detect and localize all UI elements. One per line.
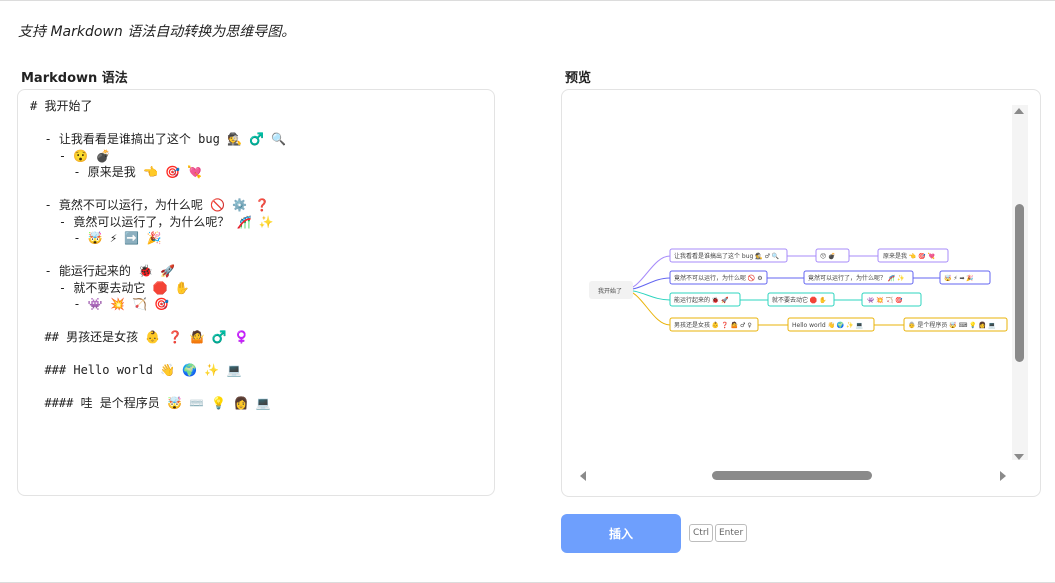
mindmap-canvas[interactable]: 我开始了 让我看看是谁搞出了这个 bug 🕵 ♂ 🔍 😯 💣 原来是我 👈 🎯 … bbox=[562, 90, 1012, 470]
mindmap-node-label: 👵 是个程序员 🤯 ⌨ 💡 👩 💻 bbox=[908, 321, 996, 329]
shortcut-key-ctrl: Ctrl bbox=[689, 524, 714, 542]
editor-line: - 让我看看是谁搞出了这个 bug 🕵️ ♂️ 🔍 bbox=[30, 132, 287, 146]
preview-label: 预览 bbox=[565, 71, 592, 86]
mindmap-node-label: 男孩还是女孩 👶 ❓ 🤷 ♂ ♀ bbox=[674, 321, 752, 329]
insert-button[interactable]: 插入 bbox=[561, 514, 681, 553]
mindmap-node-label: 👾 💥 🏹 🎯 bbox=[867, 296, 903, 304]
mindmap-node-label: 😯 💣 bbox=[820, 252, 836, 260]
editor-label: Markdown 语法 bbox=[21, 71, 128, 86]
mindmap-preview[interactable]: 我开始了 让我看看是谁搞出了这个 bug 🕵 ♂ 🔍 😯 💣 原来是我 👈 🎯 … bbox=[561, 89, 1041, 497]
editor-line: - 竟然不可以运行，为什么呢 🚫 ⚙️ ❓ bbox=[30, 198, 270, 212]
editor-line: ## 男孩还是女孩 👶 ❓ 🤷 ♂️ ♀️ bbox=[30, 330, 249, 344]
mindmap-node-label: 🤯 ⚡ ➡ 🎉 bbox=[944, 274, 974, 282]
editor-line: - 👾 💥 🏹 🎯 bbox=[30, 297, 170, 311]
editor-line: - 竟然可以运行了，为什么呢？ 🎢 ✨ bbox=[30, 214, 274, 229]
shortcut-key-enter: Enter bbox=[715, 524, 748, 542]
horizontal-scrollbar-thumb[interactable] bbox=[712, 471, 872, 480]
editor-line: # 我开始了 bbox=[30, 99, 93, 113]
mindmap-node-label: 能运行起来的 🐞 🚀 bbox=[674, 296, 729, 304]
editor-line: - 就不要去动它 🛑 ✋ bbox=[30, 280, 190, 295]
editor-line: - 😯 💣 bbox=[30, 148, 111, 163]
scroll-right-arrow-icon[interactable] bbox=[1000, 471, 1006, 481]
mindmap-root-label: 我开始了 bbox=[598, 287, 622, 295]
scroll-up-arrow-icon[interactable] bbox=[1014, 108, 1024, 114]
editor-line: - 🤯 ⚡ ➡️ 🎉 bbox=[30, 231, 162, 245]
mindmap-node-label: 原来是我 👈 🎯 💘 bbox=[883, 252, 936, 260]
scroll-left-arrow-icon[interactable] bbox=[580, 471, 586, 481]
editor-line: - 原来是我 👈 🎯 💘 bbox=[30, 165, 203, 179]
editor-line: ### Hello world 👋 🌍 ✨ 💻 bbox=[30, 363, 242, 377]
editor-line: #### 哇 是个程序员 🤯 ⌨️ 💡 👩 💻 bbox=[30, 396, 271, 410]
mindmap-node-label: 让我看看是谁搞出了这个 bug 🕵 ♂ 🔍 bbox=[674, 252, 780, 260]
scroll-down-arrow-icon[interactable] bbox=[1014, 454, 1024, 460]
editor-line: - 能运行起来的 🐞 🚀 bbox=[30, 264, 176, 278]
mindmap-node-label: 竟然不可以运行，为什么呢 🚫 ⚙ bbox=[674, 274, 763, 282]
page-subtitle: 支持 Markdown 语法自动转换为思维导图。 bbox=[18, 24, 296, 40]
mindmap-node-label: 竟然可以运行了，为什么呢？ 🎢 ✨ bbox=[808, 274, 905, 282]
mindmap-node-label: 就不要去动它 🛑 ✋ bbox=[772, 296, 827, 304]
markdown-editor[interactable]: # 我开始了 - 让我看看是谁搞出了这个 bug 🕵️ ♂️ 🔍 - 😯 💣 -… bbox=[17, 89, 495, 496]
vertical-scrollbar-thumb[interactable] bbox=[1015, 204, 1024, 362]
mindmap-node-label: Hello world 👋 🌍 ✨ 💻 bbox=[792, 321, 864, 329]
